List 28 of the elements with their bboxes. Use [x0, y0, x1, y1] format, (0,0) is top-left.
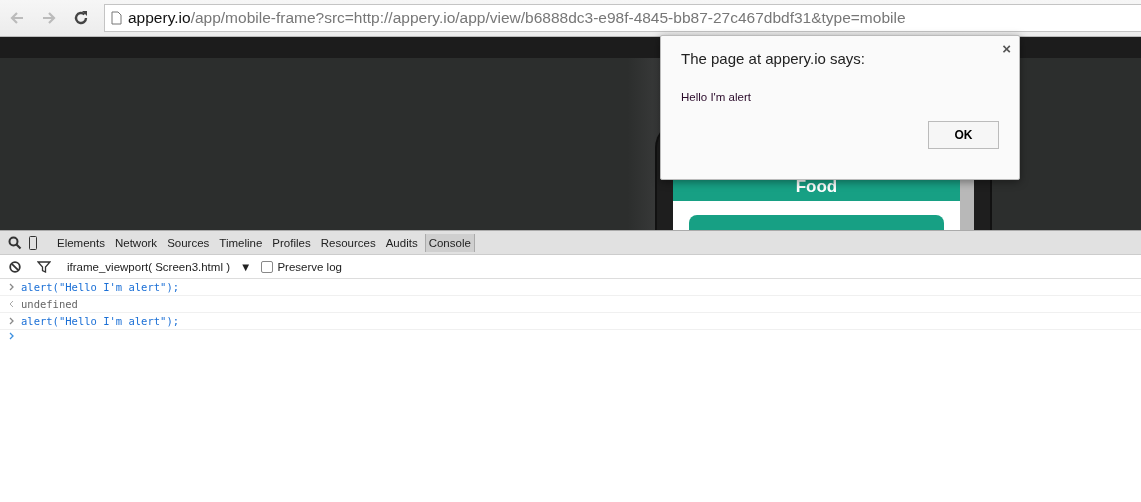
devtools-tab[interactable]: Console	[424, 233, 475, 252]
ok-button[interactable]: OK	[928, 121, 999, 149]
console-command: alert("Hello I'm alert");	[21, 281, 180, 293]
close-button[interactable]: ×	[1002, 40, 1011, 57]
filter-icon[interactable]	[37, 260, 51, 273]
console-result: undefined	[21, 298, 78, 310]
page-icon	[111, 11, 122, 25]
devtools-tab[interactable]: Sources	[164, 233, 213, 252]
devtools-tab[interactable]: Audits	[382, 233, 421, 252]
console-command: alert("Hello I'm alert");	[21, 315, 180, 327]
devtools-tab[interactable]: Network	[111, 233, 161, 252]
search-icon[interactable]	[8, 235, 22, 250]
url-text: appery.io/app/mobile-frame?src=http://appery.io/app/view/b6888dc3-e98f-4845-bb87-27c467dbdf31&type=mobile	[128, 9, 906, 27]
dialog-message: Hello I'm alert	[681, 91, 752, 103]
device-icon[interactable]	[26, 235, 40, 250]
preserve-log-checkbox[interactable]	[261, 260, 274, 273]
devtools-tab[interactable]: Resources	[317, 233, 379, 252]
devtools-tab[interactable]: Timeline	[216, 233, 266, 252]
reload-icon[interactable]	[72, 9, 90, 27]
address-bar[interactable]: appery.io/app/mobile-frame?src=http://appery.io/app/view/b6888dc3-e98f-4845-bb87-27c467dbdf31&type=mobile	[104, 4, 1141, 32]
dropdown-arrow[interactable]: ▼	[240, 260, 252, 273]
dialog-title: The page at appery.io says:	[681, 50, 866, 67]
devtools-tab[interactable]: Elements	[54, 233, 108, 252]
devtools-tab[interactable]: Profiles	[269, 233, 314, 252]
preserve-log-label: Preserve log	[277, 260, 342, 273]
prompt-chevron-icon	[8, 283, 15, 291]
context-selector[interactable]: iframe_viewport( Screen3.html )	[67, 260, 230, 273]
clear-console-icon[interactable]	[9, 260, 21, 273]
